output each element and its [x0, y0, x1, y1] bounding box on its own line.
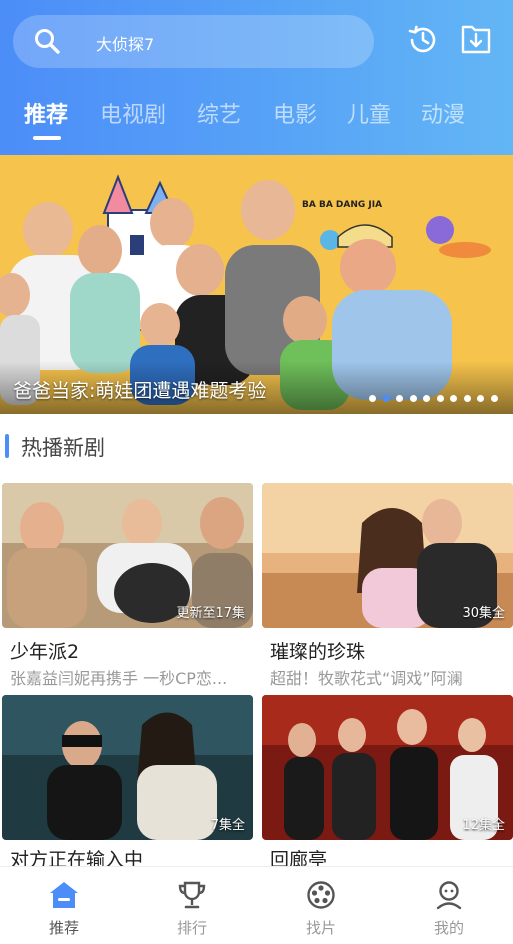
- carousel-dot[interactable]: [396, 395, 403, 402]
- episode-badge: 12集全: [462, 818, 505, 833]
- tab-recommend[interactable]: 推荐: [24, 97, 68, 129]
- drama-card[interactable]: 更新至17集 少年派2 张嘉益闫妮再携手 一秒CP恋...: [2, 483, 253, 688]
- drama-card[interactable]: 7集全 对方正在输入中: [2, 695, 253, 871]
- carousel-dot[interactable]: [409, 395, 417, 402]
- drama-title: 璀璨的珍珠: [270, 641, 366, 663]
- category-tabs: 推荐 电视剧 综艺 电影 儿童 动漫: [0, 90, 513, 140]
- svg-text:BA BA DANG JIA: BA BA DANG JIA: [302, 200, 382, 210]
- carousel-dot[interactable]: [369, 395, 376, 402]
- banner-caption: 爸爸当家:萌娃团遭遇难题考验: [13, 380, 267, 402]
- active-tab-indicator: [33, 136, 61, 140]
- nav-label: 找片: [305, 919, 336, 937]
- download-icon[interactable]: [459, 23, 493, 57]
- trophy-icon: [178, 881, 206, 909]
- episode-badge: 7集全: [210, 818, 245, 833]
- top-header: 大侦探7 推荐 电视剧 综艺 电影 儿童 动漫: [0, 0, 513, 155]
- carousel-dot[interactable]: [450, 395, 457, 402]
- drama-title: 少年派2: [10, 641, 80, 663]
- tab-kids[interactable]: 儿童: [347, 97, 391, 129]
- film-reel-icon: [307, 881, 335, 909]
- nav-profile[interactable]: 我的: [385, 867, 513, 944]
- bottom-navigation: 推荐 排行 找片 我的: [0, 866, 513, 944]
- carousel-dot[interactable]: [436, 395, 444, 402]
- episode-badge: 30集全: [462, 606, 505, 621]
- search-icon: [35, 29, 60, 54]
- drama-subtitle: 张嘉益闫妮再携手 一秒CP恋...: [10, 669, 228, 688]
- featured-banner[interactable]: BA BA DANG JIA 爸爸当家:萌娃团遭遇难题考验: [0, 155, 513, 414]
- search-bar[interactable]: 大侦探7: [13, 15, 374, 68]
- nav-label: 我的: [433, 919, 464, 937]
- user-icon: [436, 881, 462, 910]
- section-title: 热播新剧: [21, 436, 105, 460]
- history-icon[interactable]: [406, 23, 440, 57]
- tab-anime[interactable]: 动漫: [421, 97, 465, 129]
- drama-subtitle: 超甜！牧歌花式“调戏”阿澜: [270, 669, 463, 688]
- carousel-dot[interactable]: [490, 395, 498, 402]
- drama-card[interactable]: 30集全 璀璨的珍珠 超甜！牧歌花式“调戏”阿澜: [262, 483, 513, 688]
- section-accent-bar: [5, 434, 9, 458]
- nav-label: 推荐: [48, 919, 79, 937]
- home-icon: [50, 882, 78, 908]
- nav-discover[interactable]: 找片: [257, 867, 385, 944]
- carousel-dot[interactable]: [477, 395, 484, 402]
- drama-card[interactable]: 12集全 回廊亭: [262, 695, 513, 871]
- carousel-dot[interactable]: [423, 395, 430, 402]
- episode-badge: 更新至17集: [176, 606, 245, 621]
- search-query: 大侦探7: [96, 35, 155, 54]
- carousel-dot[interactable]: [463, 395, 471, 402]
- nav-recommend[interactable]: 推荐: [0, 867, 128, 944]
- nav-label: 排行: [176, 919, 207, 937]
- tab-tv-series[interactable]: 电视剧: [100, 97, 166, 129]
- carousel-dot[interactable]: [382, 395, 390, 402]
- tab-movies[interactable]: 电影: [273, 97, 317, 129]
- nav-ranking[interactable]: 排行: [128, 867, 256, 944]
- tab-variety[interactable]: 综艺: [197, 97, 241, 129]
